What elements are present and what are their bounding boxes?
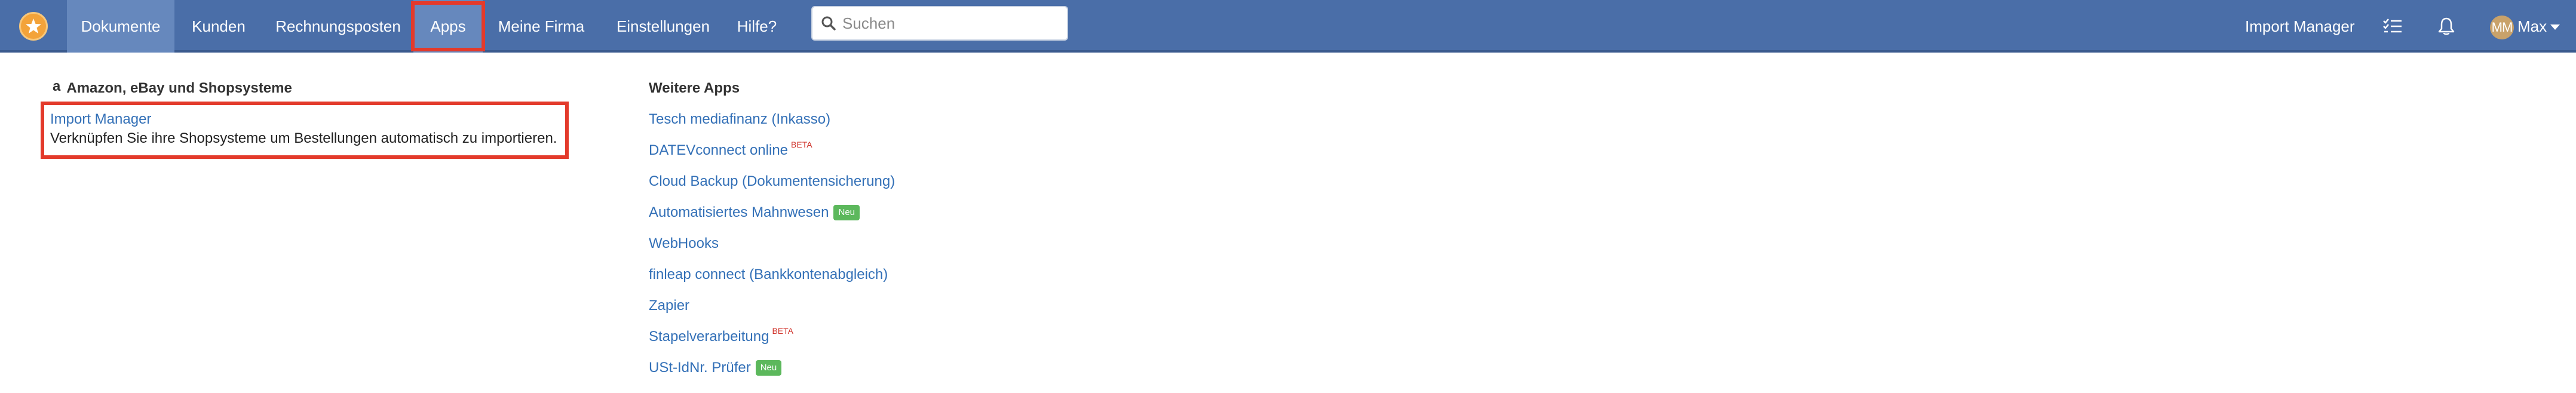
- app-link-mahnwesen[interactable]: Automatisiertes Mahnwesen Neu: [649, 204, 860, 221]
- search-input[interactable]: [841, 13, 1059, 33]
- app-link-finleap-connect[interactable]: finleap connect (Bankkontenabgleich): [649, 266, 888, 283]
- top-navbar: Dokumente Kunden Rechnungsposten Apps Me…: [0, 0, 2576, 53]
- caret-down-icon: [2550, 24, 2560, 30]
- app-link-ust-idnr-pruefer[interactable]: USt-IdNr. Prüfer Neu: [649, 360, 782, 376]
- app-link-label: DATEVconnect online: [649, 142, 789, 158]
- import-manager-link[interactable]: Import Manager: [50, 111, 151, 128]
- user-menu[interactable]: Max: [2514, 0, 2560, 53]
- weitere-apps-title: Weitere Apps: [649, 80, 740, 96]
- beta-label: BETA: [772, 326, 793, 336]
- app-link-label: USt-IdNr. Prüfer: [649, 360, 751, 376]
- app-link-tesch-mediafinanz[interactable]: Tesch mediafinanz (Inkasso): [649, 111, 830, 128]
- app-logo-star-icon[interactable]: [19, 12, 48, 41]
- app-link-stapelverarbeitung[interactable]: Stapelverarbeitung BETA: [649, 326, 793, 345]
- app-link-label: Tesch mediafinanz (Inkasso): [649, 111, 831, 127]
- nav-item-dokumente[interactable]: Dokumente: [67, 0, 174, 53]
- app-link-label: Stapelverarbeitung: [649, 328, 769, 345]
- nav-item-meine-firma[interactable]: Meine Firma: [491, 0, 591, 53]
- amazon-section-title: a Amazon, eBay und Shopsysteme: [53, 78, 292, 97]
- app-link-zapier[interactable]: Zapier: [649, 297, 689, 314]
- app-link-datevconnect[interactable]: DATEVconnect online BETA: [649, 140, 812, 159]
- nav-item-kunden[interactable]: Kunden: [179, 0, 258, 53]
- app-link-label: WebHooks: [649, 235, 719, 251]
- new-badge: Neu: [755, 360, 782, 376]
- app-link-webhooks[interactable]: WebHooks: [649, 235, 719, 252]
- amazon-section-title-text: Amazon, eBay und Shopsysteme: [66, 80, 292, 96]
- bell-icon[interactable]: [2437, 0, 2455, 53]
- nav-item-rechnungsposten[interactable]: Rechnungsposten: [268, 0, 409, 53]
- search-box[interactable]: [811, 6, 1068, 41]
- nav-item-einstellungen[interactable]: Einstellungen: [603, 0, 723, 53]
- user-name-label: Max: [2517, 17, 2547, 35]
- new-badge: Neu: [833, 205, 860, 220]
- nav-item-apps[interactable]: Apps: [413, 0, 483, 53]
- import-manager-description: Verknüpfen Sie ihre Shopsysteme um Beste…: [50, 130, 557, 146]
- app-link-label: finleap connect (Bankkontenabgleich): [649, 266, 888, 283]
- search-icon: [821, 16, 836, 30]
- amazon-icon: a: [53, 78, 61, 94]
- nav-item-hilfe[interactable]: Hilfe?: [730, 0, 784, 53]
- avatar[interactable]: MM: [2490, 16, 2514, 39]
- beta-label: BETA: [791, 140, 812, 149]
- app-link-label: Cloud Backup (Dokumentensicherung): [649, 173, 896, 189]
- app-link-cloud-backup[interactable]: Cloud Backup (Dokumentensicherung): [649, 173, 895, 190]
- task-list-icon[interactable]: [2382, 0, 2403, 53]
- import-manager-nav-link[interactable]: Import Manager: [2245, 0, 2355, 53]
- app-link-label: Automatisiertes Mahnwesen: [649, 204, 829, 220]
- app-link-label: Zapier: [649, 297, 690, 314]
